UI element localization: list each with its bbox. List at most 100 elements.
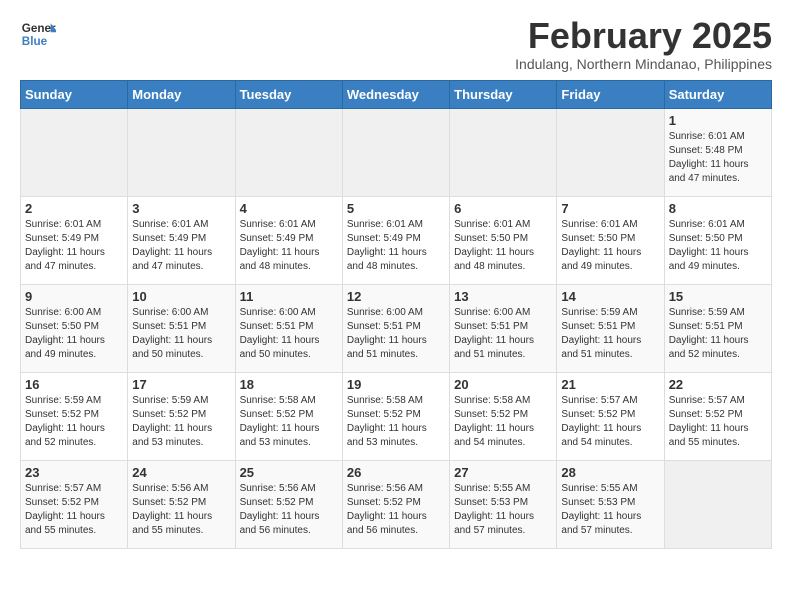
day-number: 5 [347, 201, 445, 216]
calendar-week-row: 16 Sunrise: 5:59 AM Sunset: 5:52 PM Dayli… [21, 372, 772, 460]
calendar-cell: 26 Sunrise: 5:56 AM Sunset: 5:52 PM Dayli… [342, 460, 449, 548]
calendar-table: SundayMondayTuesdayWednesdayThursdayFrid… [20, 80, 772, 549]
calendar-cell [450, 108, 557, 196]
header-day-sunday: Sunday [21, 80, 128, 108]
day-number: 15 [669, 289, 767, 304]
calendar-cell: 27 Sunrise: 5:55 AM Sunset: 5:53 PM Dayli… [450, 460, 557, 548]
day-info: Sunrise: 6:01 AM Sunset: 5:49 PM Dayligh… [347, 218, 445, 274]
calendar-cell [664, 460, 771, 548]
day-number: 10 [132, 289, 230, 304]
day-info: Sunrise: 6:01 AM Sunset: 5:50 PM Dayligh… [669, 218, 767, 274]
calendar-header: SundayMondayTuesdayWednesdayThursdayFrid… [21, 80, 772, 108]
header-day-thursday: Thursday [450, 80, 557, 108]
day-info: Sunrise: 6:01 AM Sunset: 5:49 PM Dayligh… [240, 218, 338, 274]
day-number: 11 [240, 289, 338, 304]
day-info: Sunrise: 6:00 AM Sunset: 5:51 PM Dayligh… [240, 306, 338, 362]
calendar-cell: 15 Sunrise: 5:59 AM Sunset: 5:51 PM Dayli… [664, 284, 771, 372]
calendar-cell [235, 108, 342, 196]
svg-text:Blue: Blue [22, 35, 48, 48]
header-day-friday: Friday [557, 80, 664, 108]
calendar-title: February 2025 [515, 16, 772, 56]
day-info: Sunrise: 5:59 AM Sunset: 5:52 PM Dayligh… [25, 394, 123, 450]
day-info: Sunrise: 5:59 AM Sunset: 5:52 PM Dayligh… [132, 394, 230, 450]
calendar-cell: 19 Sunrise: 5:58 AM Sunset: 5:52 PM Dayli… [342, 372, 449, 460]
day-info: Sunrise: 5:58 AM Sunset: 5:52 PM Dayligh… [240, 394, 338, 450]
day-number: 1 [669, 113, 767, 128]
calendar-cell [128, 108, 235, 196]
day-number: 12 [347, 289, 445, 304]
day-info: Sunrise: 5:58 AM Sunset: 5:52 PM Dayligh… [347, 394, 445, 450]
day-info: Sunrise: 5:55 AM Sunset: 5:53 PM Dayligh… [454, 482, 552, 538]
header-day-monday: Monday [128, 80, 235, 108]
title-block: February 2025 Indulang, Northern Mindana… [515, 16, 772, 72]
day-info: Sunrise: 6:01 AM Sunset: 5:50 PM Dayligh… [561, 218, 659, 274]
calendar-cell: 5 Sunrise: 6:01 AM Sunset: 5:49 PM Daylig… [342, 196, 449, 284]
calendar-body: 1 Sunrise: 6:01 AM Sunset: 5:48 PM Daylig… [21, 108, 772, 548]
day-number: 26 [347, 465, 445, 480]
calendar-cell: 21Sunrise: 5:57 AM Sunset: 5:52 PM Dayli… [557, 372, 664, 460]
day-info: Sunrise: 5:58 AM Sunset: 5:52 PM Dayligh… [454, 394, 552, 450]
page: GeneralBlue February 2025 Indulang, Nort… [0, 0, 792, 565]
day-number: 19 [347, 377, 445, 392]
day-number: 20 [454, 377, 552, 392]
calendar-week-row: 2 Sunrise: 6:01 AM Sunset: 5:49 PM Daylig… [21, 196, 772, 284]
day-info: Sunrise: 6:01 AM Sunset: 5:48 PM Dayligh… [669, 130, 767, 186]
calendar-cell: 7 Sunrise: 6:01 AM Sunset: 5:50 PM Daylig… [557, 196, 664, 284]
day-info: Sunrise: 6:01 AM Sunset: 5:49 PM Dayligh… [132, 218, 230, 274]
calendar-cell: 14 Sunrise: 5:59 AM Sunset: 5:51 PM Dayli… [557, 284, 664, 372]
day-number: 13 [454, 289, 552, 304]
calendar-cell: 10Sunrise: 6:00 AM Sunset: 5:51 PM Dayli… [128, 284, 235, 372]
day-info: Sunrise: 5:57 AM Sunset: 5:52 PM Dayligh… [561, 394, 659, 450]
day-number: 23 [25, 465, 123, 480]
header: GeneralBlue February 2025 Indulang, Nort… [20, 16, 772, 72]
day-number: 25 [240, 465, 338, 480]
day-number: 16 [25, 377, 123, 392]
day-number: 28 [561, 465, 659, 480]
calendar-cell: 8 Sunrise: 6:01 AM Sunset: 5:50 PM Daylig… [664, 196, 771, 284]
calendar-cell: 22Sunrise: 5:57 AM Sunset: 5:52 PM Dayli… [664, 372, 771, 460]
calendar-cell: 4 Sunrise: 6:01 AM Sunset: 5:49 PM Daylig… [235, 196, 342, 284]
calendar-cell: 9Sunrise: 6:00 AM Sunset: 5:50 PM Daylig… [21, 284, 128, 372]
calendar-week-row: 23 Sunrise: 5:57 AM Sunset: 5:52 PM Dayli… [21, 460, 772, 548]
day-number: 3 [132, 201, 230, 216]
day-info: Sunrise: 5:57 AM Sunset: 5:52 PM Dayligh… [25, 482, 123, 538]
calendar-cell: 17 Sunrise: 5:59 AM Sunset: 5:52 PM Dayli… [128, 372, 235, 460]
calendar-cell: 25 Sunrise: 5:56 AM Sunset: 5:52 PM Dayli… [235, 460, 342, 548]
calendar-cell [21, 108, 128, 196]
day-number: 14 [561, 289, 659, 304]
calendar-cell: 1 Sunrise: 6:01 AM Sunset: 5:48 PM Daylig… [664, 108, 771, 196]
day-info: Sunrise: 5:59 AM Sunset: 5:51 PM Dayligh… [669, 306, 767, 362]
calendar-week-row: 9Sunrise: 6:00 AM Sunset: 5:50 PM Daylig… [21, 284, 772, 372]
header-day-wednesday: Wednesday [342, 80, 449, 108]
day-info: Sunrise: 6:00 AM Sunset: 5:51 PM Dayligh… [347, 306, 445, 362]
day-info: Sunrise: 6:00 AM Sunset: 5:50 PM Dayligh… [25, 306, 123, 362]
day-number: 22 [669, 377, 767, 392]
day-number: 17 [132, 377, 230, 392]
calendar-cell: 12 Sunrise: 6:00 AM Sunset: 5:51 PM Dayli… [342, 284, 449, 372]
day-number: 27 [454, 465, 552, 480]
day-number: 7 [561, 201, 659, 216]
logo: GeneralBlue [20, 16, 56, 52]
calendar-subtitle: Indulang, Northern Mindanao, Philippines [515, 56, 772, 72]
header-day-tuesday: Tuesday [235, 80, 342, 108]
calendar-cell: 11 Sunrise: 6:00 AM Sunset: 5:51 PM Dayli… [235, 284, 342, 372]
day-info: Sunrise: 6:00 AM Sunset: 5:51 PM Dayligh… [454, 306, 552, 362]
day-number: 18 [240, 377, 338, 392]
calendar-cell: 2 Sunrise: 6:01 AM Sunset: 5:49 PM Daylig… [21, 196, 128, 284]
calendar-cell: 20 Sunrise: 5:58 AM Sunset: 5:52 PM Dayli… [450, 372, 557, 460]
day-number: 4 [240, 201, 338, 216]
day-info: Sunrise: 5:56 AM Sunset: 5:52 PM Dayligh… [240, 482, 338, 538]
calendar-cell: 6Sunrise: 6:01 AM Sunset: 5:50 PM Daylig… [450, 196, 557, 284]
calendar-week-row: 1 Sunrise: 6:01 AM Sunset: 5:48 PM Daylig… [21, 108, 772, 196]
day-info: Sunrise: 5:56 AM Sunset: 5:52 PM Dayligh… [132, 482, 230, 538]
day-info: Sunrise: 5:59 AM Sunset: 5:51 PM Dayligh… [561, 306, 659, 362]
day-number: 6 [454, 201, 552, 216]
day-info: Sunrise: 6:01 AM Sunset: 5:49 PM Dayligh… [25, 218, 123, 274]
day-number: 2 [25, 201, 123, 216]
calendar-cell: 16 Sunrise: 5:59 AM Sunset: 5:52 PM Dayli… [21, 372, 128, 460]
day-number: 8 [669, 201, 767, 216]
calendar-cell: 13 Sunrise: 6:00 AM Sunset: 5:51 PM Dayli… [450, 284, 557, 372]
calendar-cell [342, 108, 449, 196]
day-number: 24 [132, 465, 230, 480]
day-info: Sunrise: 5:56 AM Sunset: 5:52 PM Dayligh… [347, 482, 445, 538]
